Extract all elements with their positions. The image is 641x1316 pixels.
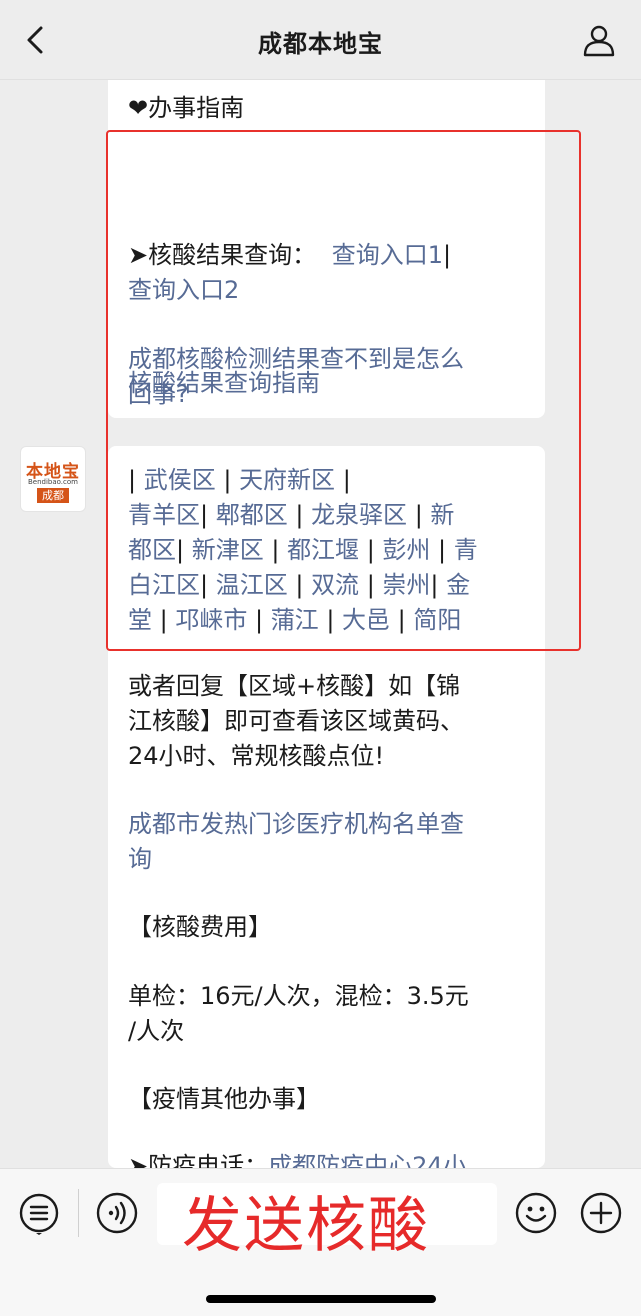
account-avatar[interactable]: 本地宝 Bendibao.com 成都 bbox=[20, 446, 86, 512]
fever-clinic-link-line1[interactable]: 成都市发热门诊医疗机构名单查 bbox=[128, 807, 464, 842]
bottom-input-bar: 发送核酸 bbox=[0, 1168, 641, 1316]
avatar-sub: Bendibao.com bbox=[27, 478, 78, 486]
top-nav-bar: 成都本地宝 bbox=[0, 0, 641, 80]
reply-line-2: 江核酸】即可查看该区域黄码、 bbox=[128, 707, 464, 735]
message-input[interactable]: 发送核酸 bbox=[157, 1183, 497, 1261]
cost-line-2: /人次 bbox=[128, 1017, 185, 1045]
user-profile-icon[interactable] bbox=[581, 22, 617, 58]
reply-line-1: 或者回复【区域+核酸】如【锦 bbox=[128, 672, 461, 700]
page-title: 成都本地宝 bbox=[258, 30, 383, 58]
voice-icon[interactable] bbox=[95, 1191, 139, 1235]
avatar-city: 成都 bbox=[37, 488, 69, 503]
home-indicator[interactable] bbox=[206, 1295, 436, 1303]
reply-line-3: 24小时、常规核酸点位! bbox=[128, 742, 385, 770]
fever-clinic-link-line2[interactable]: 询 bbox=[128, 842, 152, 877]
highlight-box bbox=[106, 130, 581, 651]
emoji-icon[interactable] bbox=[514, 1191, 558, 1235]
bottom-separator bbox=[78, 1189, 79, 1237]
other-heading: 【疫情其他办事】 bbox=[128, 1085, 320, 1113]
menu-list-icon[interactable] bbox=[17, 1191, 61, 1235]
send-text: 发送核酸 bbox=[182, 1191, 430, 1261]
plus-icon[interactable] bbox=[579, 1191, 623, 1235]
section-title: ❤办事指南 bbox=[128, 94, 245, 122]
cost-heading: 【核酸费用】 bbox=[128, 913, 272, 941]
cost-line-1: 单检：16元/人次，混检：3.5元 bbox=[128, 982, 469, 1010]
